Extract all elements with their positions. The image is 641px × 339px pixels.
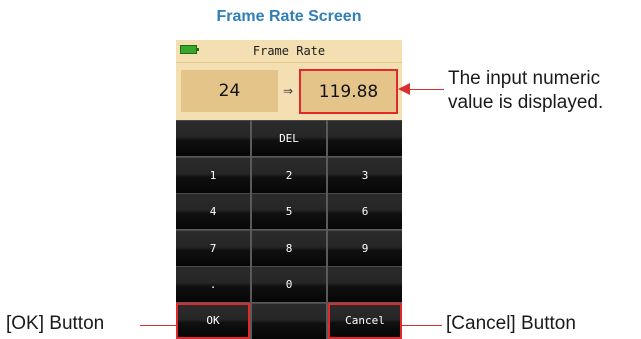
key-6[interactable]: 6: [328, 193, 402, 230]
key-del[interactable]: DEL: [252, 120, 326, 156]
convert-arrow-icon: ⇒: [282, 84, 294, 98]
key-blank-2[interactable]: [328, 120, 402, 156]
key-blank-3[interactable]: [328, 266, 402, 303]
key-2[interactable]: 2: [252, 156, 326, 193]
input-callout-line2: value is displayed.: [448, 92, 604, 113]
output-value-display: 119.88: [299, 69, 398, 114]
ok-callout-leader: [140, 325, 178, 326]
ok-callout: [OK] Button: [6, 313, 105, 334]
key-7[interactable]: 7: [176, 229, 250, 266]
screen-title: Frame Rate: [252, 44, 326, 58]
key-1[interactable]: 1: [176, 156, 250, 193]
key-0[interactable]: 0: [252, 266, 326, 303]
key-4[interactable]: 4: [176, 193, 250, 230]
page-title: Frame Rate Screen: [216, 8, 362, 25]
ok-button[interactable]: OK: [176, 302, 250, 339]
key-9[interactable]: 9: [328, 229, 402, 266]
divider: [176, 62, 402, 63]
keypad: DEL 1 2 3 4 5 6 7 8 9. 0 OK Cancel: [176, 120, 402, 339]
input-value-display: 24: [181, 70, 278, 112]
key-3[interactable]: 3: [328, 156, 402, 193]
cancel-callout: [Cancel] Button: [446, 313, 576, 334]
key-blank-1[interactable]: [176, 120, 250, 156]
key-decimal[interactable]: .: [176, 266, 250, 303]
device-screen: Frame Rate 24 ⇒ 119.88 DEL 1 2 3 4 5 6 7 8 9. 0 OK C…: [176, 40, 402, 339]
cancel-callout-leader: [402, 325, 442, 326]
input-callout-line1: The input numeric: [448, 68, 601, 89]
input-callout-leader: [408, 89, 444, 90]
key-blank-4[interactable]: [252, 302, 326, 339]
key-5[interactable]: 5: [252, 193, 326, 230]
cancel-button[interactable]: Cancel: [328, 302, 402, 339]
key-8[interactable]: 8: [252, 229, 326, 266]
